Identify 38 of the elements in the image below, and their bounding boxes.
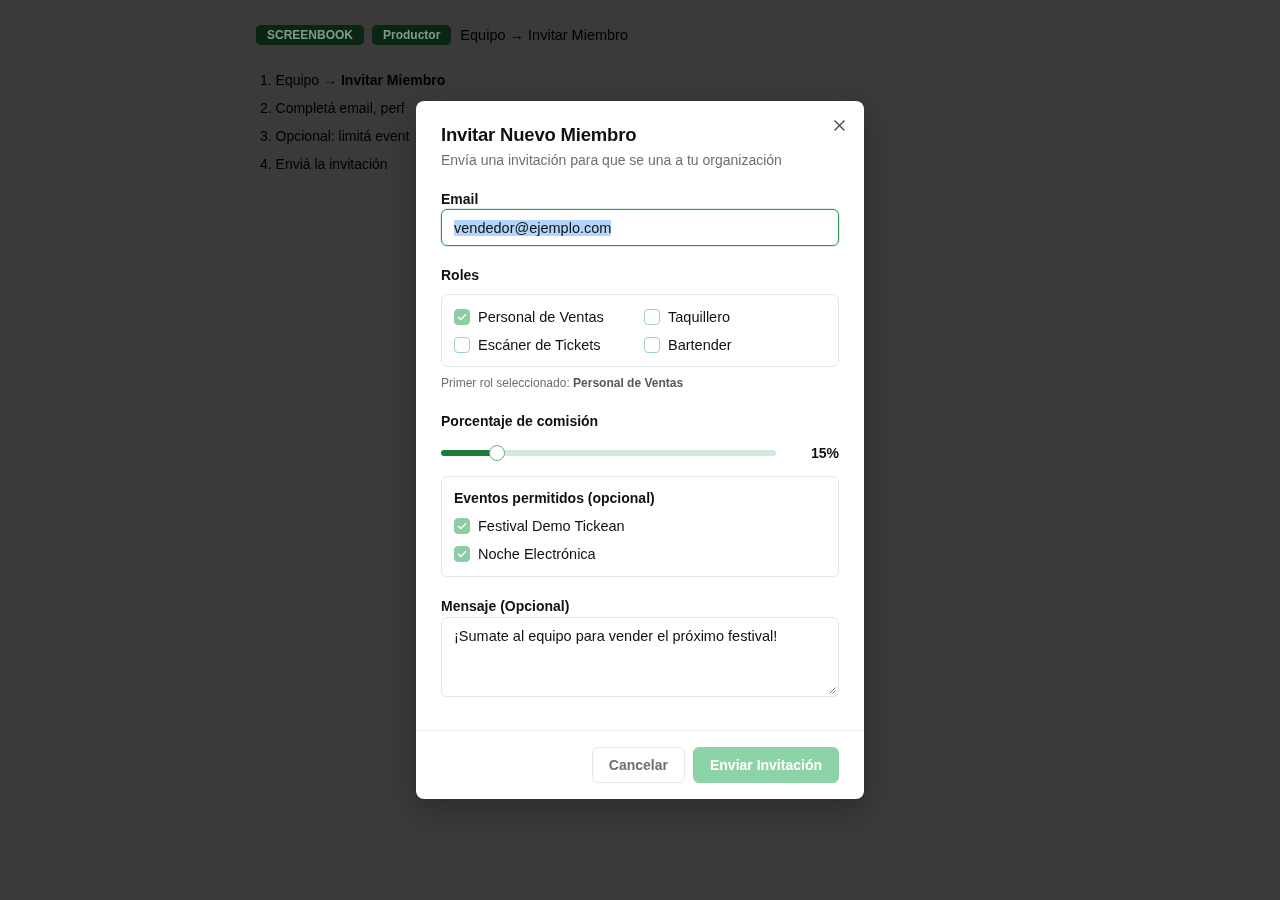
field-label: Email [441,191,480,207]
checkmark-icon [457,550,467,558]
commission-value: 15% [810,445,839,461]
step-item: 1. Equipo → Invitar Miembro [260,71,446,90]
dialog-subtitle: Envía una invitación para que se una a tu organización [441,151,783,170]
step-item: 3. Opcional: limitá event [260,127,410,146]
email-field[interactable]: vendedor@ejemplo.com [441,209,839,246]
checkbox[interactable] [644,309,660,325]
checkbox[interactable] [454,337,470,353]
step-item: 2. Completá email, perf [260,99,405,118]
checkbox[interactable] [454,309,470,325]
cancel-button[interactable]: Cancelar [591,747,685,783]
checkbox-label[interactable]: Personal de Ventas [478,307,604,327]
checkbox[interactable] [644,337,660,353]
roles-hint: Primer rol seleccionado: Personal de Ventas [441,375,684,391]
checkbox[interactable] [454,518,470,534]
slider-thumb[interactable] [488,445,505,461]
close-icon [834,120,845,131]
checkbox-label[interactable]: Noche Electrónica [478,544,596,564]
resize-handle-icon[interactable] [829,687,836,694]
checkbox-label[interactable]: Escáner de Tickets [478,335,601,355]
page-badge: SCREENBOOK [256,25,364,45]
step-item: 4. Enviá la invitación [260,155,388,174]
close-button[interactable] [834,120,845,131]
checkbox-label[interactable]: Bartender [668,335,732,355]
checkmark-icon [457,313,467,321]
slider-track[interactable] [441,445,776,461]
breadcrumb-text: Equipo → Invitar Miembro [460,27,628,43]
field-label: Roles [441,267,481,283]
dialog-title: Invitar Nuevo Miembro [441,123,638,147]
checkbox-label[interactable]: Festival Demo Tickean [478,516,625,536]
checkbox[interactable] [454,546,470,562]
field-label: Porcentaje de comisión [441,413,600,429]
checkbox-label[interactable]: Taquillero [668,307,731,327]
checkmark-icon [457,522,467,530]
events-title: Eventos permitidos (opcional) [454,490,655,506]
field-label: Mensaje (Opcional) [441,598,571,614]
page-badge: Productor [372,25,452,45]
